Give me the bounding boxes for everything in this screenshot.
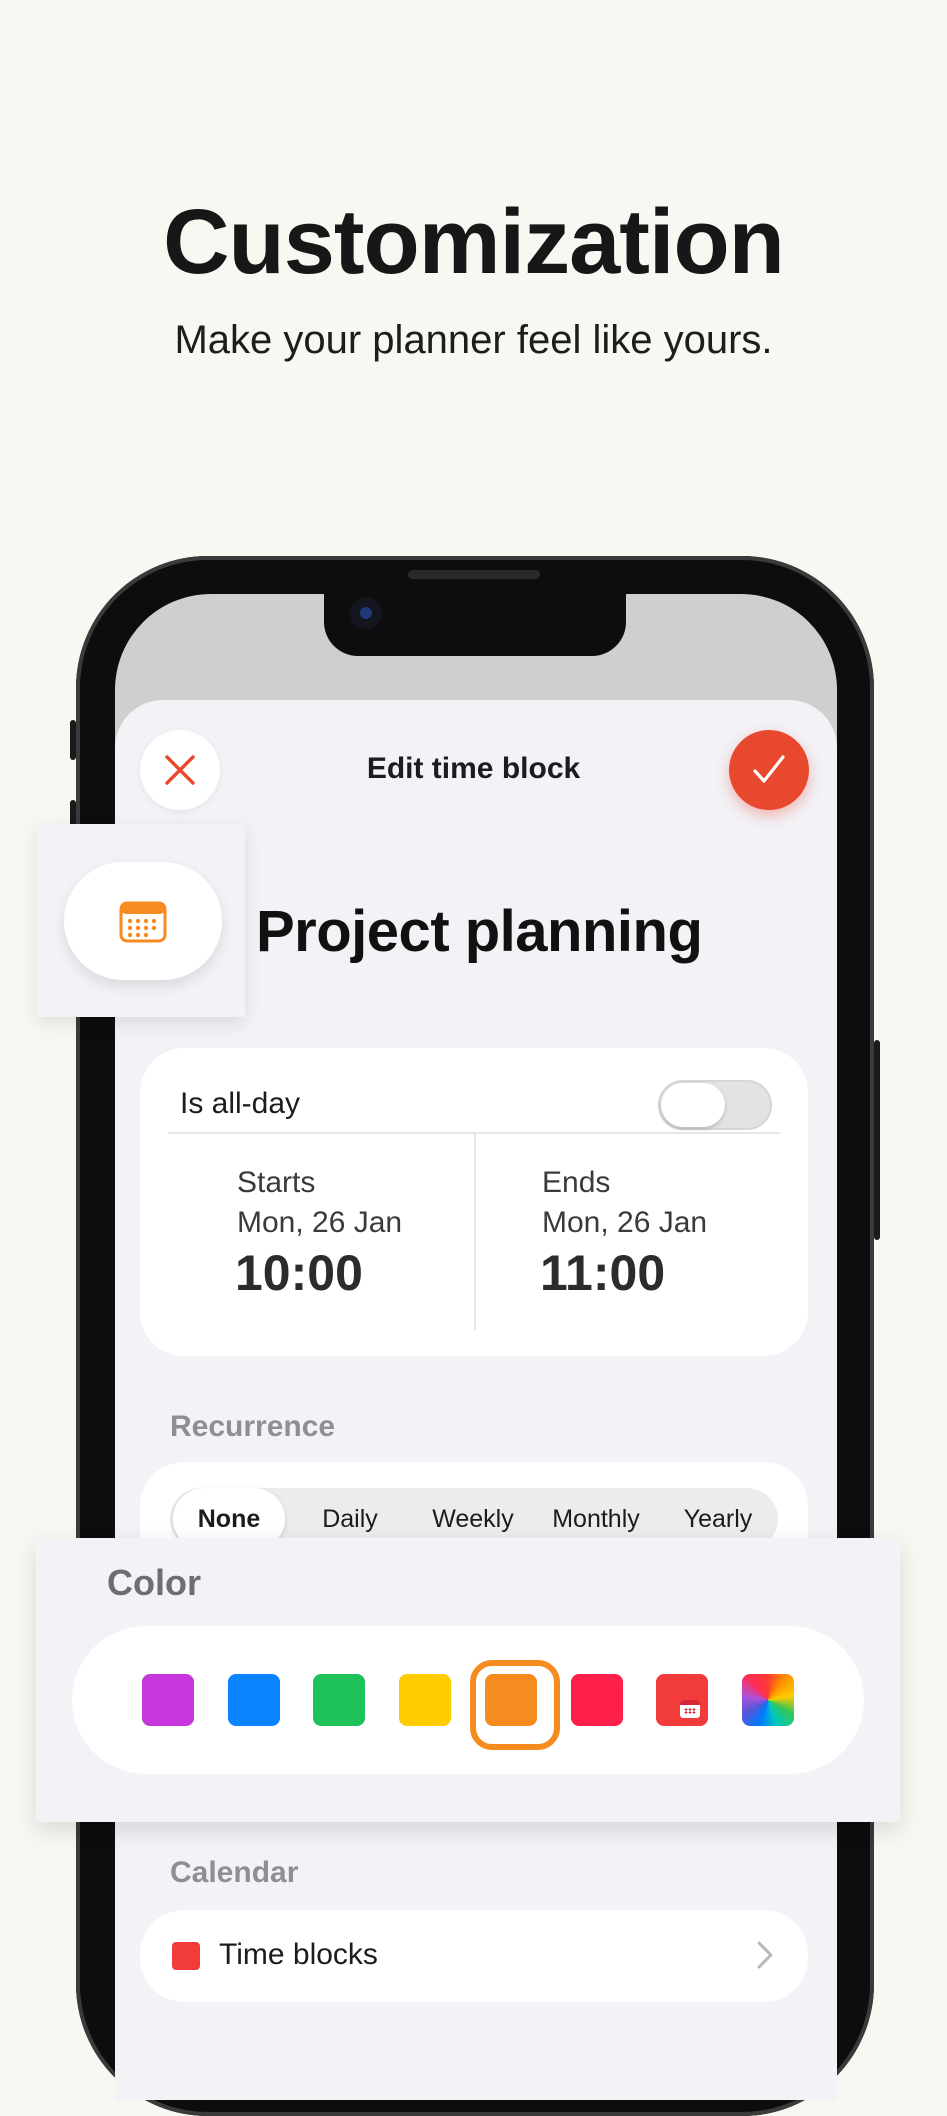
- color-swatch-custom[interactable]: [742, 1674, 794, 1726]
- color-swatch-green[interactable]: [313, 1674, 365, 1726]
- phone-power-button: [874, 1040, 880, 1240]
- chevron-right-icon: [757, 1941, 773, 1969]
- end-date: Mon, 26 Jan: [542, 1206, 708, 1239]
- event-icon-button[interactable]: [64, 862, 222, 980]
- all-day-toggle[interactable]: [658, 1080, 772, 1130]
- all-day-label: Is all-day: [180, 1087, 301, 1120]
- color-swatch-yellow[interactable]: [399, 1674, 451, 1726]
- start-date: Mon, 26 Jan: [237, 1206, 403, 1239]
- calendar-color-indicator: [172, 1942, 200, 1970]
- color-swatch-red[interactable]: [571, 1674, 623, 1726]
- color-swatch-blue[interactable]: [228, 1674, 280, 1726]
- end-label: Ends: [542, 1166, 611, 1199]
- color-swatch-calendar[interactable]: [656, 1674, 708, 1726]
- recurrence-label: Recurrence: [170, 1410, 336, 1443]
- color-swatch-purple[interactable]: [142, 1674, 194, 1726]
- calendar-label: Calendar: [170, 1856, 299, 1889]
- color-label: Color: [107, 1562, 201, 1603]
- phone-speaker: [408, 570, 540, 579]
- checkmark-icon: [753, 755, 785, 783]
- start-label: Starts: [237, 1166, 316, 1199]
- calendar-name: Time blocks: [219, 1938, 378, 1971]
- calendar-icon: [119, 901, 167, 943]
- hero-title: Customization: [163, 191, 785, 293]
- divider: [474, 1134, 476, 1330]
- calendar-icon: [680, 1700, 700, 1718]
- hero-subtitle: Make your planner feel like yours.: [174, 318, 773, 362]
- color-swatch-orange[interactable]: [485, 1674, 537, 1726]
- start-time: 10:00: [235, 1245, 363, 1301]
- toggle-knob: [661, 1083, 725, 1127]
- event-title[interactable]: Project planning: [256, 898, 703, 965]
- confirm-button[interactable]: [729, 730, 809, 810]
- camera-icon: [350, 597, 382, 629]
- end-time: 11:00: [540, 1245, 666, 1301]
